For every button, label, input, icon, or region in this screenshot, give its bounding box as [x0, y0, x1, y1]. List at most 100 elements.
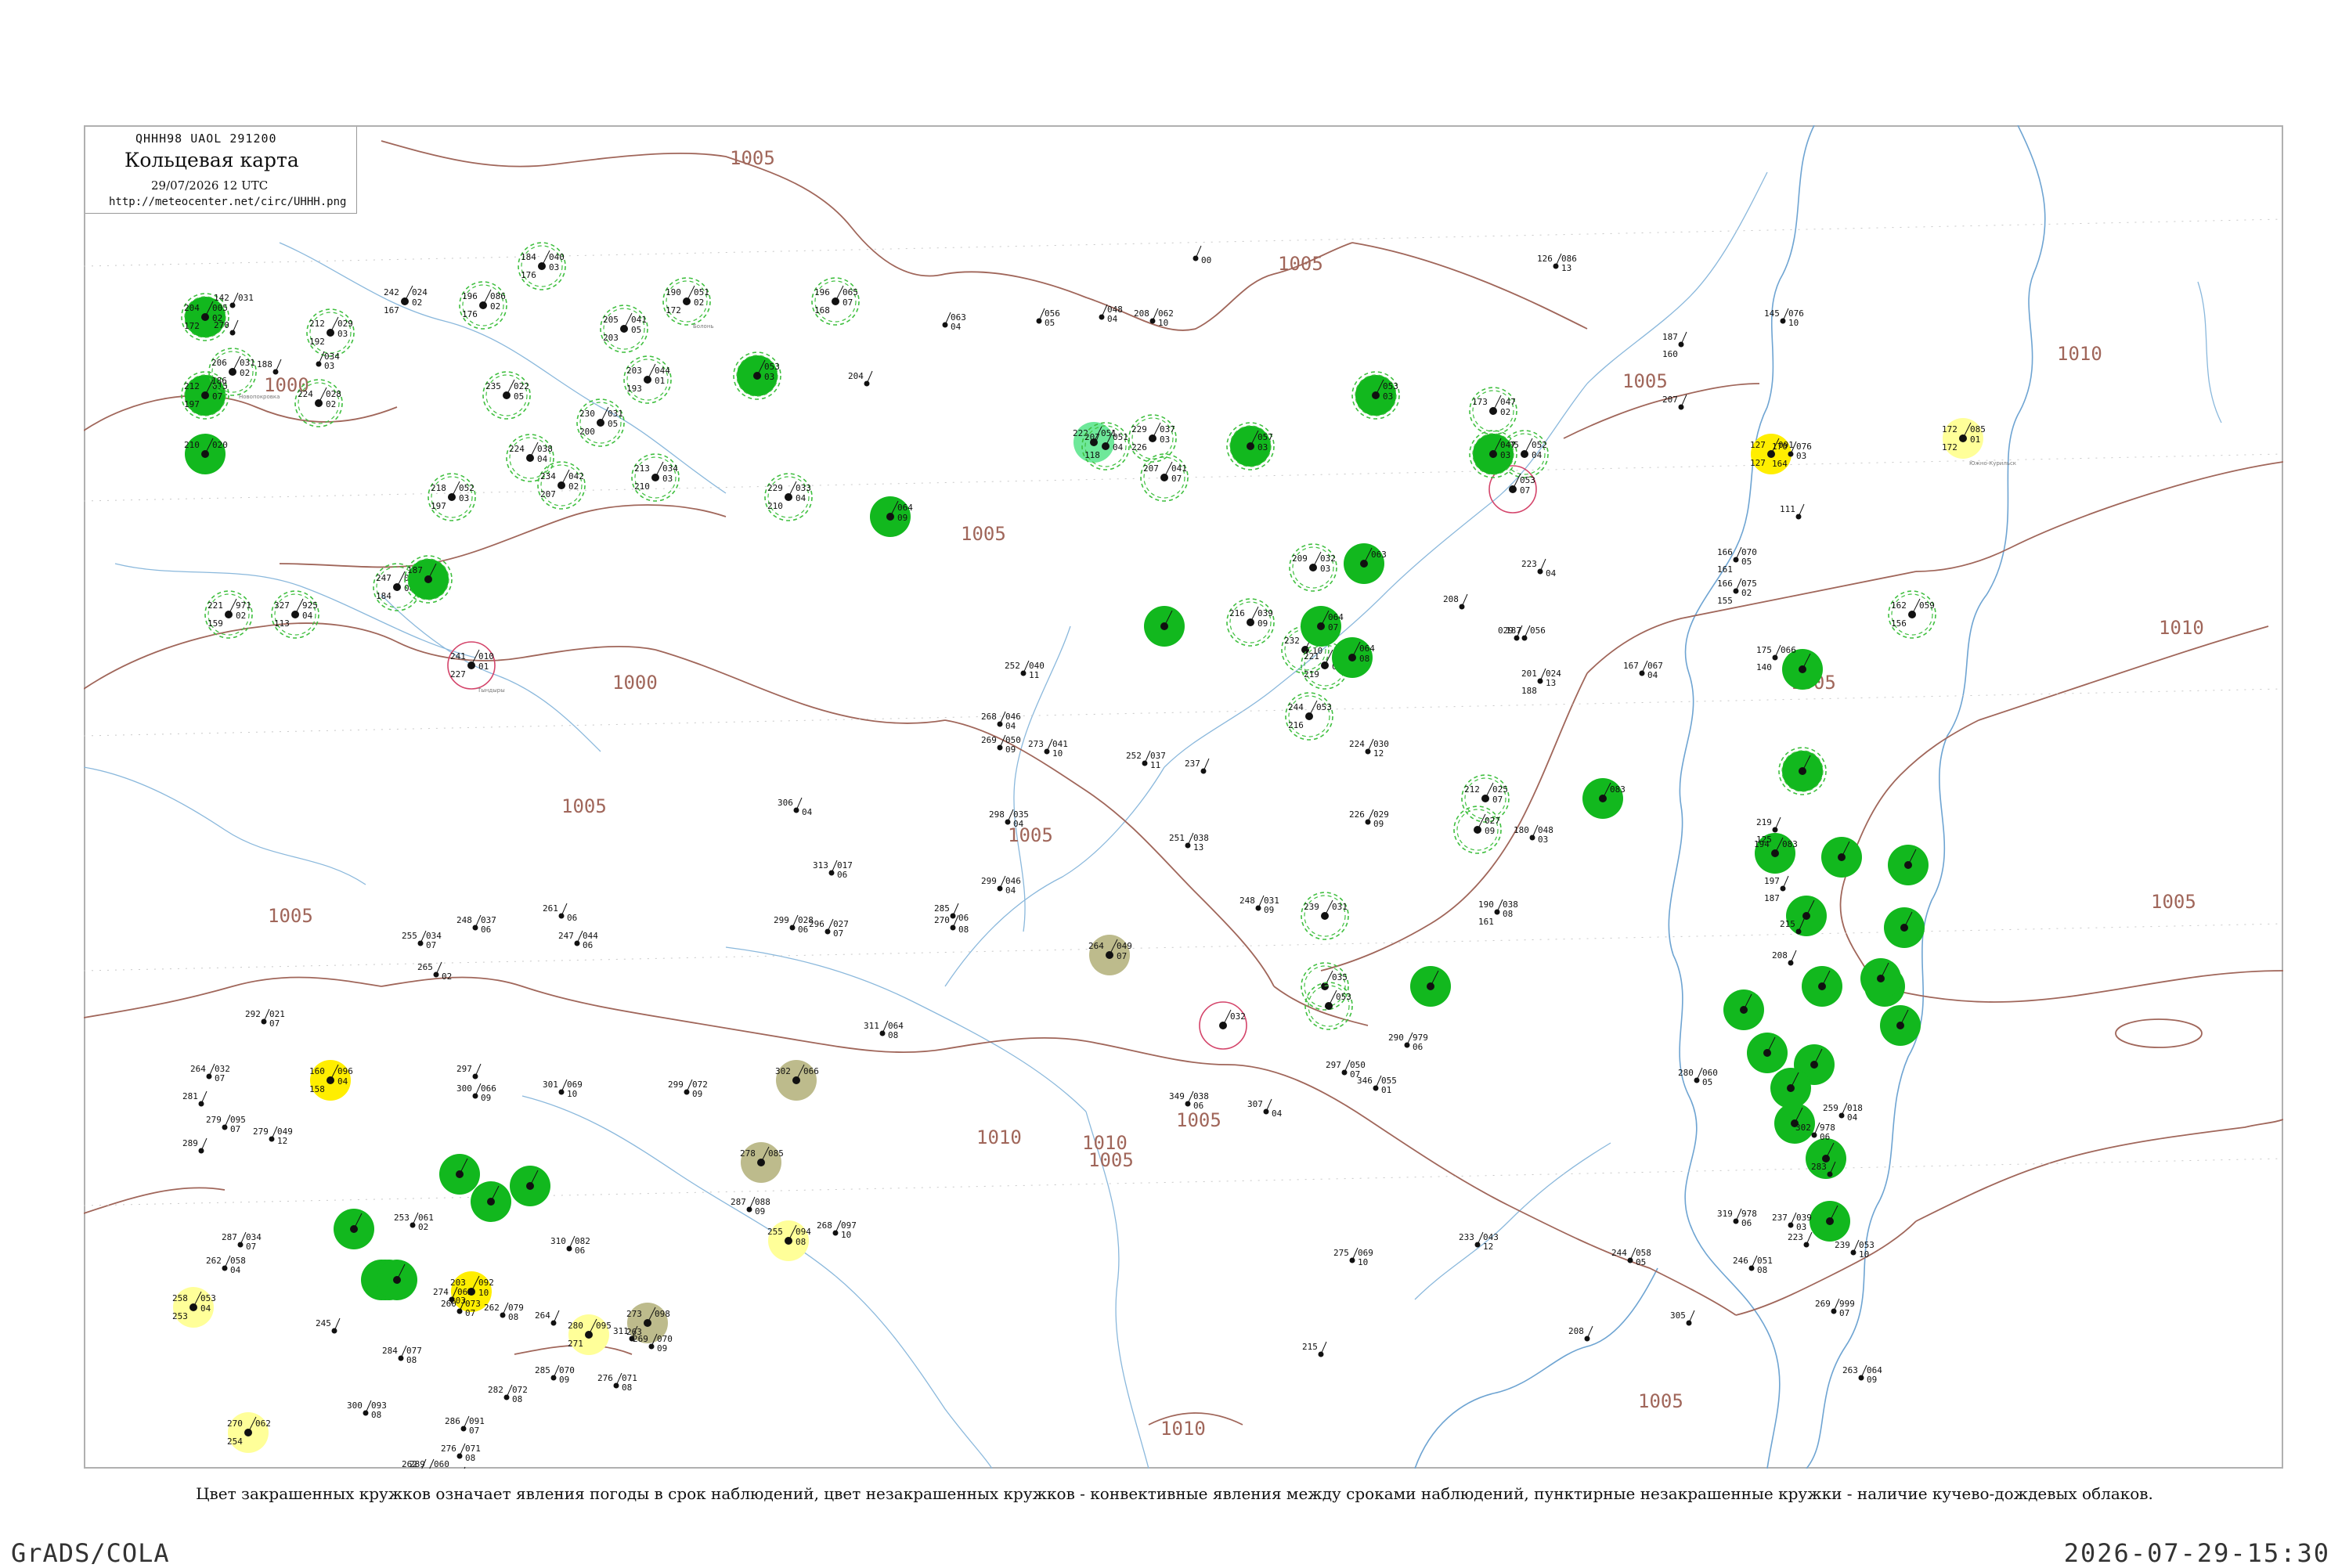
station-marker[interactable]: 244 216 053 [1285, 692, 1333, 741]
plain-station[interactable]: 299 02806 [774, 914, 814, 935]
plain-station[interactable]: 306 04 [778, 797, 813, 817]
plain-station[interactable]: 310 08206 [550, 1235, 590, 1256]
station-marker[interactable]: 05703 [1226, 422, 1275, 470]
station-marker[interactable] [1770, 1068, 1811, 1108]
station-marker[interactable]: 063 [1344, 543, 1387, 584]
station-marker[interactable]: 162 156 059 [1888, 590, 1936, 639]
station-marker[interactable]: 264 04907 [1088, 935, 1132, 975]
station-marker[interactable] [510, 1166, 550, 1206]
plain-station[interactable]: 276 07108 [597, 1372, 637, 1393]
plain-station[interactable]: 263 06409 [1842, 1364, 1882, 1385]
plain-station[interactable]: 207 [1662, 394, 1687, 410]
plain-station[interactable]: 264 [535, 1310, 560, 1326]
plain-station[interactable]: 126 08613 [1537, 253, 1577, 273]
station-marker[interactable] [1144, 606, 1185, 647]
plain-station[interactable]: 285 07009 [535, 1364, 575, 1385]
plain-station[interactable]: 311 06408 [864, 1020, 904, 1040]
plain-station[interactable]: 287 08809 [731, 1196, 770, 1217]
station-marker[interactable] [1884, 907, 1925, 948]
station-marker[interactable]: 210 020 [184, 434, 228, 474]
plain-station[interactable]: 287 03407 [222, 1231, 262, 1252]
plain-station[interactable]: 208 [1772, 950, 1797, 966]
station-marker[interactable] [1410, 966, 1451, 1007]
station-marker[interactable] [1880, 1005, 1921, 1046]
plain-station[interactable]: 301 06910 [543, 1079, 583, 1099]
plain-station[interactable]: 284 07708 [382, 1345, 422, 1365]
plain-station[interactable]: 307 04 [1247, 1098, 1283, 1119]
plain-station[interactable]: 268 04604 [981, 711, 1021, 731]
station-marker[interactable]: 216 03909 [1226, 598, 1275, 647]
station-marker[interactable] [1888, 845, 1929, 885]
plain-station[interactable]: 262 07908 [484, 1302, 524, 1322]
plain-station[interactable]: 305 [1670, 1310, 1695, 1326]
plain-station[interactable]: 237 [1185, 758, 1210, 774]
station-marker[interactable]: 172 172 08501 Южно-Курильск [1942, 418, 2016, 467]
station-marker[interactable] [334, 1209, 374, 1249]
plain-station[interactable]: 16615507502 [1717, 578, 1757, 606]
plain-station[interactable]: 289 [182, 1137, 207, 1154]
station-marker[interactable]: 327 113 92504 [271, 590, 319, 639]
plain-station[interactable]: 06304 [942, 312, 966, 332]
station-marker[interactable]: 06407 [1301, 606, 1344, 647]
plain-station[interactable]: 286 09107 [445, 1415, 485, 1436]
station-marker[interactable] [1786, 896, 1827, 936]
plain-station[interactable]: 28107809 [441, 1466, 481, 1469]
plain-station[interactable]: 245 [316, 1317, 341, 1334]
station-marker[interactable]: 218 197 05203 [428, 473, 476, 521]
plain-station[interactable]: 346 05501 [1357, 1075, 1397, 1095]
station-marker[interactable] [1747, 1033, 1788, 1073]
station-marker[interactable]: 207 04107 [1140, 453, 1189, 502]
station-marker[interactable]: 235 02205 [482, 371, 531, 420]
station-marker[interactable]: 05303 [733, 351, 781, 400]
plain-station[interactable]: 208 [1443, 593, 1468, 610]
station-marker[interactable]: 06408 [1332, 637, 1375, 678]
plain-station[interactable]: 237 03903 [1772, 1212, 1812, 1232]
station-marker[interactable]: 230 200 03105 [576, 398, 625, 447]
plain-station[interactable]: 04804 [1099, 304, 1123, 324]
plain-station[interactable]: 297 [456, 1063, 482, 1080]
station-marker[interactable]: 196 168 06507 [811, 277, 860, 326]
plain-station[interactable]: 223 04 [1521, 558, 1557, 579]
plain-station[interactable]: 253 06102 [394, 1212, 434, 1232]
plain-station[interactable]: 300 09308 [347, 1400, 387, 1420]
station-marker[interactable]: 280 271 095 [568, 1314, 612, 1355]
plain-station[interactable]: 319 97806 [1717, 1208, 1757, 1228]
plain-station[interactable]: 349 03806 [1169, 1090, 1209, 1111]
plain-station[interactable]: 19016103808 [1478, 899, 1518, 927]
station-marker[interactable] [1821, 837, 1862, 878]
plain-station[interactable]: 279 04912 [253, 1126, 293, 1146]
plain-station[interactable]: 00 [1193, 245, 1212, 265]
plain-station[interactable]: 167 06704 [1623, 660, 1663, 680]
station-marker[interactable]: 06409 [870, 496, 913, 537]
station-marker[interactable]: 203 193 04401 [623, 355, 672, 404]
plain-station[interactable]: 208 [1568, 1325, 1593, 1342]
station-marker[interactable]: 270 254 062 [227, 1412, 271, 1453]
plain-station[interactable]: 290 97906 [1388, 1032, 1428, 1052]
station-marker[interactable] [1810, 1201, 1850, 1242]
station-marker[interactable] [1802, 966, 1842, 1007]
plain-station[interactable]: 20118802413 [1521, 668, 1561, 696]
station-marker[interactable]: 187 [404, 555, 453, 604]
plain-station[interactable]: 180 04803 [1514, 824, 1553, 845]
station-marker[interactable]: 302 066 [775, 1060, 819, 1101]
plain-station[interactable]: 223 [1788, 1231, 1813, 1248]
plain-station[interactable]: 246 05108 [1733, 1255, 1773, 1275]
station-marker[interactable]: 196 176 08602 [459, 281, 507, 330]
plain-station[interactable]: 188 [257, 359, 282, 375]
station-marker[interactable]: 209 03203 [1289, 543, 1337, 592]
plain-station[interactable]: 05605 [1036, 308, 1060, 328]
plain-station[interactable]: 215 [1302, 1341, 1327, 1357]
station-marker[interactable] [1723, 989, 1764, 1030]
station-marker[interactable] [1860, 958, 1901, 999]
station-marker[interactable]: 05303 [1351, 371, 1400, 420]
station-marker[interactable]: 255 09408 [767, 1220, 811, 1261]
station-marker[interactable]: 212 192 02903 [306, 308, 355, 357]
plain-station[interactable]: 233 04312 [1459, 1231, 1499, 1252]
plain-station[interactable]: 296 02707 [809, 918, 849, 939]
plain-station[interactable]: 248 03706 [456, 914, 496, 935]
station-marker[interactable]: 234 207 04202 [537, 461, 586, 510]
plain-station[interactable]: 251 03813 [1169, 832, 1209, 852]
plain-station[interactable]: 252 04011 [1005, 660, 1045, 680]
plain-station[interactable]: 187 056 [1506, 625, 1546, 641]
plain-station[interactable]: 279 09507 [206, 1114, 246, 1134]
